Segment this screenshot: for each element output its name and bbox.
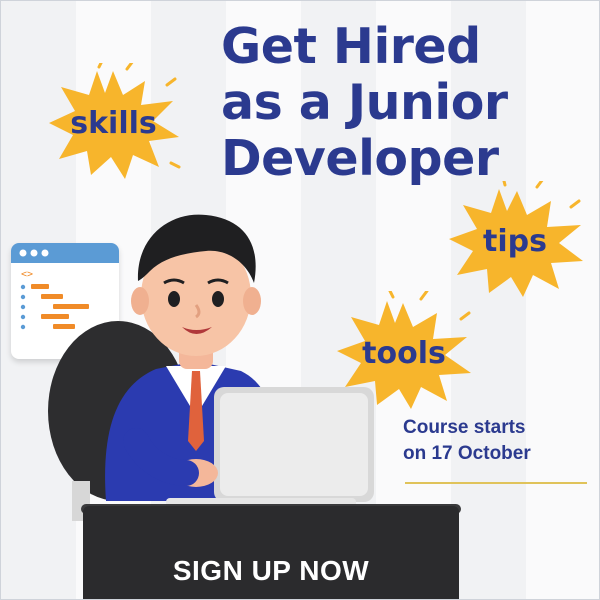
svg-text:<>: <>: [21, 269, 33, 280]
headline: Get Hired as a Junior Developer: [221, 19, 581, 187]
sign-up-button[interactable]: SIGN UP NOW: [83, 549, 459, 593]
promo-card: Get Hired as a Junior Developer skills t…: [0, 0, 600, 600]
skills-burst: skills: [41, 63, 186, 183]
course-underline: [405, 482, 587, 484]
headline-line-1: Get Hired: [221, 18, 481, 75]
headline-line-3: Developer: [221, 130, 499, 187]
developer-illustration: [46, 201, 376, 521]
course-date-line-1: Course starts: [403, 417, 526, 438]
course-date: Course starts on 17 October: [403, 415, 593, 467]
tips-burst: tips: [441, 181, 589, 301]
skills-label: skills: [70, 105, 157, 141]
headline-line-2: as a Junior: [221, 74, 508, 131]
tips-label: tips: [483, 223, 547, 259]
course-date-line-2: on 17 October: [403, 443, 531, 464]
